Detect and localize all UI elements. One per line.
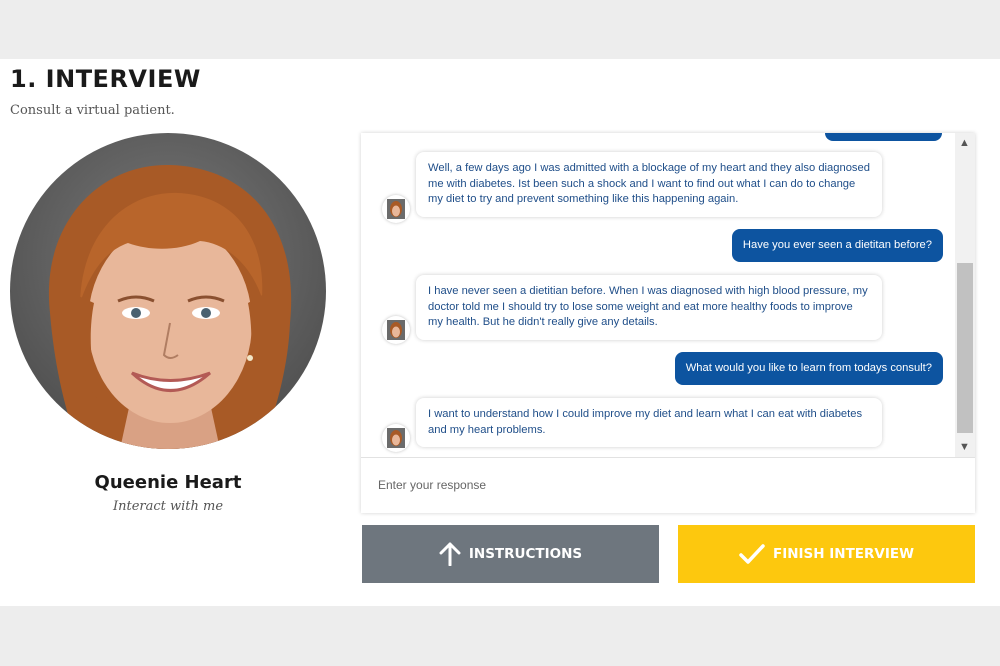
response-input-area: [361, 457, 975, 513]
patient-mini-avatar: [382, 316, 410, 344]
user-message: Have you ever seen a dietitan before?: [731, 229, 943, 262]
scroll-thumb[interactable]: [957, 263, 973, 433]
checkmark-icon: [739, 544, 765, 564]
patient-interact-text: Interact with me: [112, 499, 224, 514]
user-message-partial: [825, 133, 942, 141]
patient-message: I have never seen a dietitian before. Wh…: [416, 275, 882, 340]
user-message: What would you like to learn from todays…: [674, 352, 943, 385]
chat-messages: Well, a few days ago I was admitted with…: [361, 133, 955, 457]
chat-panel: Well, a few days ago I was admitted with…: [361, 133, 975, 513]
chat-scrollbar[interactable]: ▲ ▼: [955, 133, 975, 457]
page-title: 1. INTERVIEW: [10, 65, 201, 93]
patient-message: I want to understand how I could improve…: [416, 398, 882, 447]
scroll-up-icon[interactable]: ▲: [959, 137, 970, 149]
instructions-label: INSTRUCTIONS: [468, 546, 583, 562]
response-input[interactable]: [378, 478, 938, 492]
interview-page: 1. INTERVIEW Consult a virtual patient.: [0, 59, 1000, 606]
finish-interview-button[interactable]: FINISH INTERVIEW: [678, 525, 975, 583]
patient-mini-avatar: [382, 195, 410, 223]
scroll-down-icon[interactable]: ▼: [959, 441, 970, 453]
patient-message: Well, a few days ago I was admitted with…: [416, 152, 882, 217]
patient-name: Queenie Heart: [94, 472, 242, 493]
patient-mini-avatar: [382, 424, 410, 452]
patient-avatar: [10, 133, 326, 449]
arrow-up-icon: [439, 542, 461, 566]
finish-interview-label: FINISH INTERVIEW: [772, 546, 915, 562]
page-subtitle: Consult a virtual patient.: [10, 103, 175, 118]
instructions-button[interactable]: INSTRUCTIONS: [362, 525, 659, 583]
